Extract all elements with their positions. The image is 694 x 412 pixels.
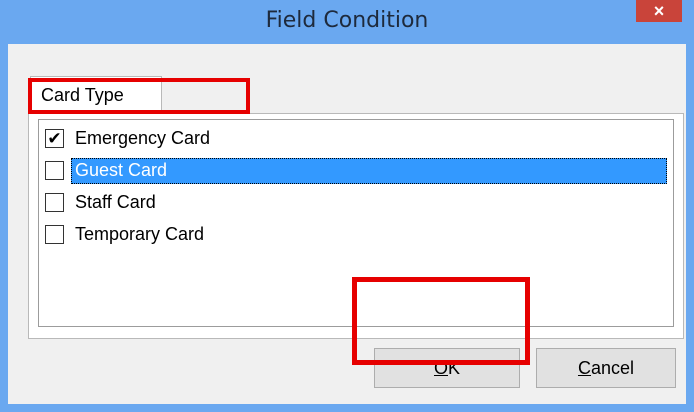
- cancel-accelerator: C: [577, 358, 591, 378]
- check-icon: ✔: [47, 129, 62, 148]
- dialog-title: Field Condition: [265, 8, 429, 33]
- checkbox-staff-card[interactable]: [45, 193, 64, 212]
- annotation-highlight-ok-button: [352, 277, 530, 365]
- list-item-temporary-card[interactable]: Temporary Card: [39, 221, 667, 249]
- field-condition-dialog: Field Condition × Card Type ✔ Emergency …: [0, 0, 694, 412]
- list-item-guest-card[interactable]: Guest Card: [39, 157, 667, 185]
- list-item-staff-card[interactable]: Staff Card: [39, 189, 667, 217]
- list-item-label: Guest Card: [75, 160, 168, 180]
- checkbox-emergency-card[interactable]: ✔: [45, 129, 64, 148]
- list-item-emergency-card[interactable]: ✔ Emergency Card: [39, 125, 667, 153]
- list-item-label: Emergency Card: [75, 128, 211, 148]
- list-item-label: Staff Card: [75, 192, 156, 212]
- title-bar[interactable]: Field Condition ×: [0, 0, 694, 44]
- close-button[interactable]: ×: [636, 0, 682, 22]
- annotation-highlight-emergency-card: [28, 78, 250, 114]
- cancel-label-rest: ancel: [590, 358, 635, 378]
- cancel-button[interactable]: Cancel: [536, 348, 676, 388]
- checkbox-temporary-card[interactable]: [45, 225, 64, 244]
- checkbox-guest-card[interactable]: [45, 161, 64, 180]
- list-item-label: Temporary Card: [75, 224, 205, 244]
